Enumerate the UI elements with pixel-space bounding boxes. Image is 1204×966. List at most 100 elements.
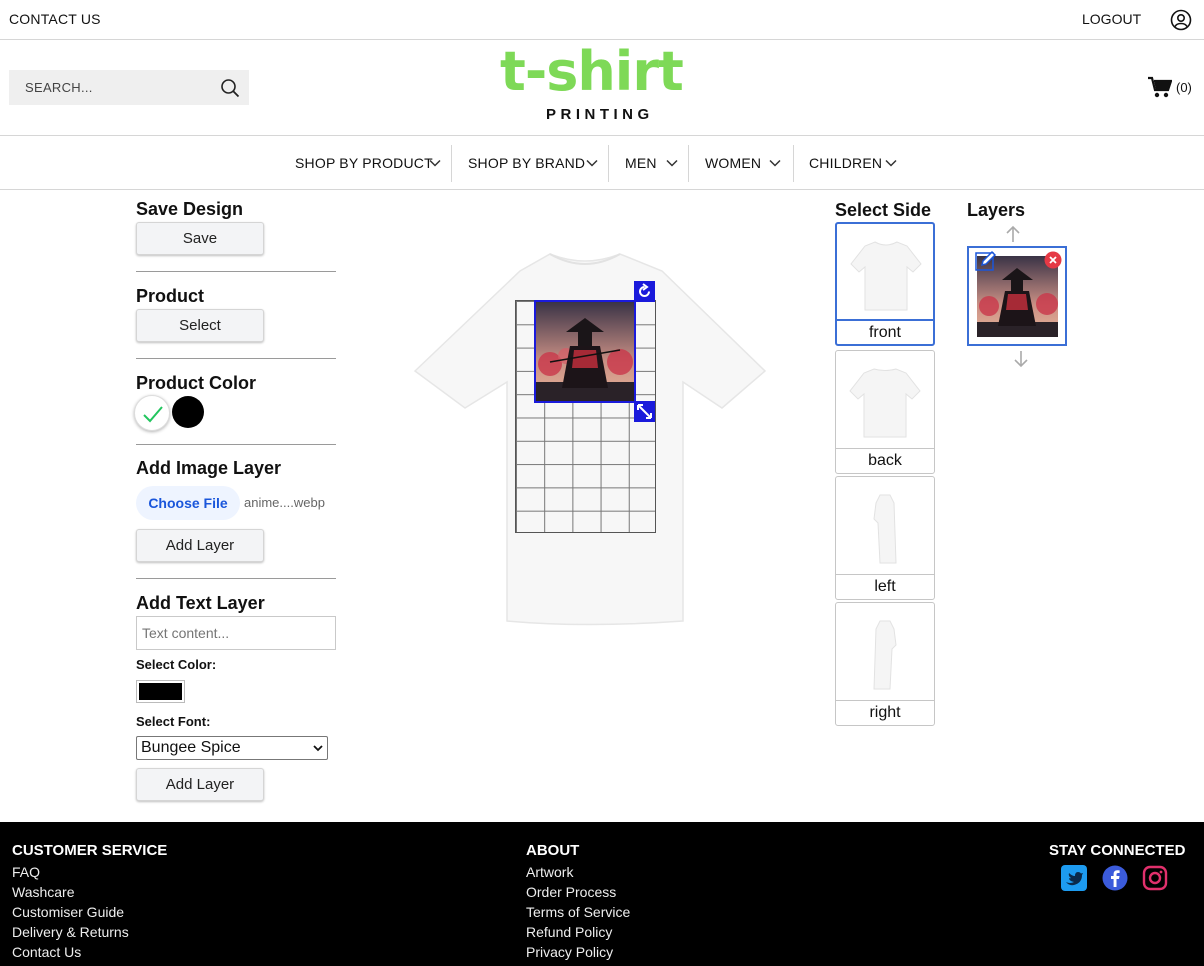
nav-divider [688, 145, 689, 182]
chevron-down-icon [586, 159, 598, 167]
samurai-artwork [536, 302, 634, 401]
divider [136, 578, 336, 579]
layers-heading: Layers [967, 200, 1026, 220]
layer-item[interactable] [967, 246, 1067, 346]
footer-link-delivery-returns[interactable]: Delivery & Returns [12, 924, 129, 940]
nav-divider [608, 145, 609, 182]
chevron-down-icon [313, 745, 323, 752]
user-account-icon[interactable] [1170, 9, 1192, 31]
add-text-layer-heading: Add Text Layer [136, 593, 265, 613]
customer-service-heading: CUSTOMER SERVICE [12, 842, 168, 859]
select-side-heading: Select Side [835, 200, 932, 220]
footer-link-artwork[interactable]: Artwork [526, 864, 573, 880]
side-left[interactable]: left [835, 476, 935, 600]
resize-icon [637, 404, 652, 419]
divider [136, 271, 336, 272]
nav-shop-by-product[interactable]: SHOP BY PRODUCT [295, 145, 443, 182]
edit-icon[interactable] [975, 250, 997, 272]
footer: CUSTOMER SERVICE FAQ Washcare Customiser… [0, 822, 1204, 966]
move-layer-up-icon[interactable] [1005, 225, 1021, 243]
search-input[interactable]: SEARCH... [25, 80, 93, 95]
image-layer-selection[interactable] [534, 300, 636, 403]
logo-text: t-shirt [500, 40, 684, 103]
nav-label: SHOP BY PRODUCT [295, 155, 433, 171]
footer-link-order-process[interactable]: Order Process [526, 884, 616, 900]
nav-children[interactable]: CHILDREN [809, 145, 901, 182]
save-button[interactable]: Save [136, 222, 264, 255]
footer-link-privacy-policy[interactable]: Privacy Policy [526, 944, 613, 960]
font-select-value: Bungee Spice [141, 739, 241, 756]
product-color-heading: Product Color [136, 373, 256, 393]
tshirt-back-thumbnail [849, 368, 921, 438]
text-color-picker[interactable] [136, 680, 185, 703]
add-image-layer-button[interactable]: Add Layer [136, 529, 264, 562]
text-color-preview [139, 683, 182, 700]
text-content-input[interactable] [136, 616, 336, 650]
resize-handle[interactable] [634, 401, 655, 422]
color-swatch-black[interactable] [172, 396, 204, 428]
footer-link-washcare[interactable]: Washcare [12, 884, 75, 900]
select-color-label: Select Color: [136, 657, 217, 672]
header: SEARCH... t-shirt PRINTING (0) [0, 40, 1204, 136]
logo-subtitle: PRINTING [546, 106, 654, 123]
nav-men[interactable]: MEN [625, 145, 679, 182]
twitter-icon[interactable] [1061, 865, 1087, 891]
side-label: front [837, 319, 933, 344]
main-nav: SHOP BY PRODUCT SHOP BY BRAND MEN WOMEN … [0, 137, 1204, 190]
cart-count[interactable]: (0) [1176, 80, 1192, 95]
selected-file-name: anime....webp [244, 495, 325, 510]
chevron-down-icon [769, 159, 781, 167]
tshirt-front-thumbnail [850, 241, 922, 311]
chevron-down-icon [885, 159, 897, 167]
select-product-button[interactable]: Select [136, 309, 264, 342]
nav-label: CHILDREN [809, 155, 883, 171]
footer-link-refund-policy[interactable]: Refund Policy [526, 924, 612, 940]
instagram-icon[interactable] [1142, 865, 1168, 891]
nav-divider [793, 145, 794, 182]
footer-link-terms[interactable]: Terms of Service [526, 904, 630, 920]
side-back[interactable]: back [835, 350, 935, 474]
font-select[interactable]: Bungee Spice [136, 736, 328, 760]
select-font-label: Select Font: [136, 714, 211, 729]
delete-layer-icon[interactable] [1044, 251, 1062, 269]
stay-connected-heading: STAY CONNECTED [1049, 842, 1186, 859]
move-layer-down-icon[interactable] [1013, 350, 1029, 368]
search-icon[interactable] [220, 78, 240, 98]
facebook-icon[interactable] [1102, 865, 1128, 891]
cart-icon[interactable] [1148, 76, 1172, 98]
add-image-layer-heading: Add Image Layer [136, 458, 282, 478]
side-label: right [836, 700, 934, 725]
product-heading: Product [136, 286, 205, 306]
add-text-layer-button[interactable]: Add Layer [136, 768, 264, 801]
footer-link-customiser-guide[interactable]: Customiser Guide [12, 904, 124, 920]
side-label: left [836, 574, 934, 599]
about-heading: ABOUT [526, 842, 580, 859]
nav-women[interactable]: WOMEN [705, 145, 785, 182]
footer-link-contact-us[interactable]: Contact Us [12, 944, 81, 960]
side-right[interactable]: right [835, 602, 935, 726]
side-label: back [836, 448, 934, 473]
footer-link-faq[interactable]: FAQ [12, 864, 40, 880]
top-bar: CONTACT US LOGOUT [0, 0, 1204, 40]
contact-us-link[interactable]: CONTACT US [9, 11, 101, 27]
nav-label: WOMEN [705, 155, 762, 171]
search-box[interactable]: SEARCH... [9, 70, 249, 105]
choose-file-button[interactable]: Choose File [136, 486, 240, 520]
chevron-down-icon [429, 159, 441, 167]
nav-shop-by-brand[interactable]: SHOP BY BRAND [468, 145, 600, 182]
tshirt-right-thumbnail [873, 620, 897, 690]
side-front[interactable]: front [835, 222, 935, 346]
divider [136, 358, 336, 359]
rotate-handle[interactable] [634, 281, 655, 302]
nav-label: MEN [625, 155, 657, 171]
divider [136, 444, 336, 445]
color-swatch-white[interactable] [134, 395, 170, 431]
nav-divider [451, 145, 452, 182]
rotate-icon [639, 283, 650, 297]
site-logo[interactable]: t-shirt PRINTING [500, 42, 700, 126]
chevron-down-icon [666, 159, 678, 167]
save-design-heading: Save Design [136, 199, 244, 219]
checkmark-icon [143, 406, 163, 423]
logout-link[interactable]: LOGOUT [1082, 11, 1141, 27]
nav-label: SHOP BY BRAND [468, 155, 586, 171]
